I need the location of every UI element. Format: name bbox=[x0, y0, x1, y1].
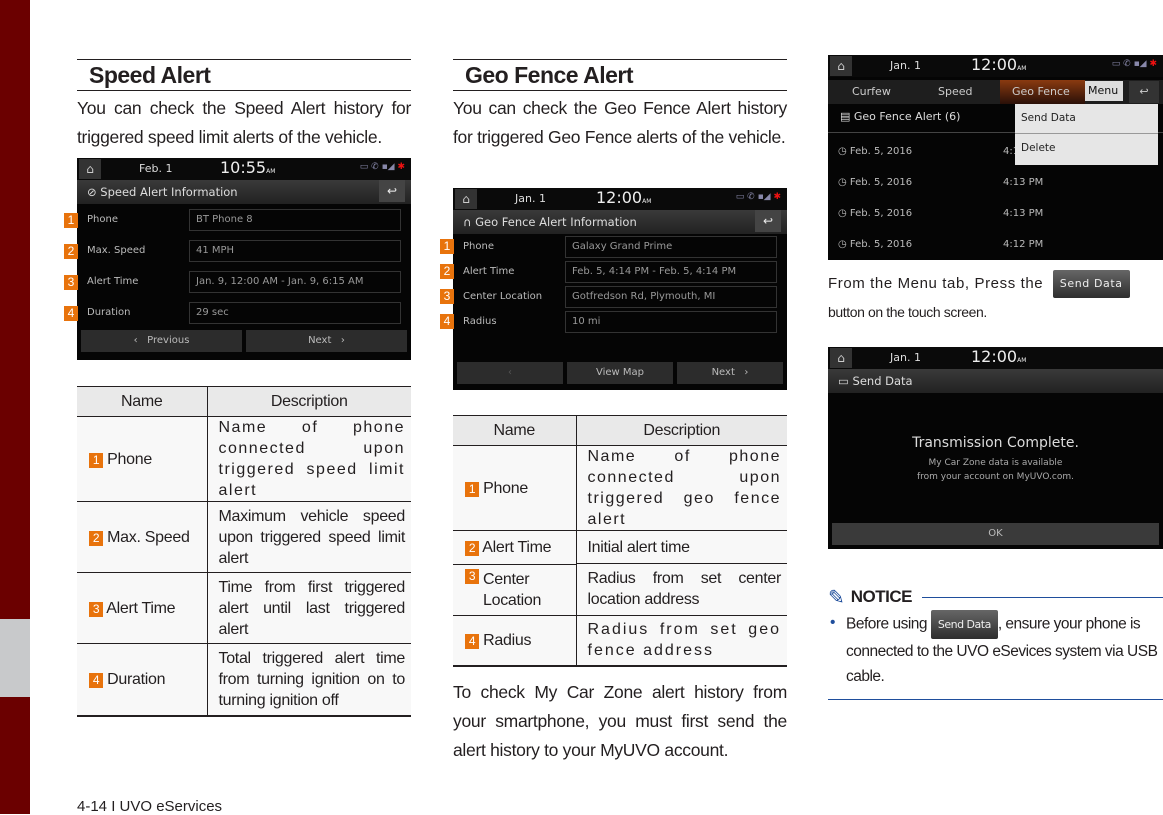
info-row: Duration 29 sec bbox=[77, 302, 411, 324]
alert-list-screen: ⌂ Jan. 1 12:00AM ▭ ✆ ▪◢ ✱ Curfew Speed Geo … bbox=[828, 55, 1163, 260]
info-row: Alert Time Jan. 9, 12:00 AM - Jan. 9, 6:1… bbox=[77, 271, 411, 293]
tab-bar: Curfew Speed Geo Fence Menu ↩ bbox=[828, 80, 1163, 104]
notice-box: ✎ NOTICE • Before using Send Data, ensur… bbox=[828, 586, 1163, 700]
next-button: Next › bbox=[677, 362, 783, 384]
table-row: 3 Center Location Radius from set center l… bbox=[453, 563, 787, 615]
message-title: Transmission Complete. bbox=[912, 435, 1079, 451]
bullet-icon: • bbox=[830, 614, 835, 631]
home-icon: ⌂ bbox=[455, 189, 477, 209]
info-row: Phone Galaxy Grand Prime bbox=[453, 236, 787, 258]
status-bar: ⌂ Jan. 1 12:00AM ▭ ✆ ▪◢ ✱ bbox=[828, 55, 1163, 77]
status-bar: ⌂ Jan. 1 12:00AM bbox=[828, 347, 1163, 369]
info-row: Max. Speed 41 MPH bbox=[77, 240, 411, 262]
status-bar: ⌂ Feb. 1 10:55AM ▭ ✆ ▪◢ ✱ bbox=[77, 158, 411, 180]
screen-header: ∩ Geo Fence Alert Information bbox=[453, 210, 787, 234]
speed-alert-table: Name Description 1 Phone Name of phone con… bbox=[77, 386, 411, 717]
status-icons: ▭ ✆ ▪◢ ✱ bbox=[735, 192, 781, 202]
instruction-text: From the Menu tab, Press the Send Data bbox=[828, 270, 1163, 298]
tab-geo-fence: Geo Fence bbox=[1000, 80, 1085, 104]
pencil-icon: ✎ bbox=[828, 586, 845, 609]
view-map-button: View Map bbox=[567, 362, 673, 384]
column-header: Description bbox=[575, 415, 787, 446]
status-icons: ▭ ✆ ▪◢ ✱ bbox=[1111, 59, 1157, 69]
info-row: Center Location Gotfredson Rd, Plymouth, … bbox=[453, 286, 787, 308]
screen-header: ▭ Send Data bbox=[828, 369, 1163, 393]
date: Feb. 1 bbox=[139, 162, 173, 175]
section-title: Speed Alert bbox=[77, 59, 411, 91]
message-line: My Car Zone data is available bbox=[928, 458, 1063, 468]
callouts: 1 2 3 4 bbox=[64, 213, 78, 321]
table-row: 2 Alert Time Initial alert time bbox=[453, 530, 787, 564]
tab-speed: Speed bbox=[938, 85, 973, 98]
menu-item-send-data: Send Data bbox=[1015, 104, 1158, 134]
menu-button: Menu bbox=[1085, 81, 1123, 101]
callout-1: 1 bbox=[64, 213, 78, 228]
tab-curfew: Curfew bbox=[852, 85, 891, 98]
next-button: Next › bbox=[246, 330, 407, 352]
ok-button: OK bbox=[832, 523, 1159, 545]
geo-fence-section: Geo Fence Alert You can check the Geo Fe… bbox=[453, 59, 787, 152]
home-icon: ⌂ bbox=[79, 159, 101, 179]
callout-3: 3 bbox=[440, 289, 454, 304]
table-row: 3 Alert Time Time from first triggered al… bbox=[77, 572, 411, 644]
send-data-button-inline: Send Data bbox=[930, 610, 998, 639]
list-item: ◷ Feb. 5, 2016 4:13 PM bbox=[838, 177, 1044, 188]
previous-button: ‹ Previous bbox=[81, 330, 242, 352]
callout-1: 1 bbox=[440, 239, 454, 254]
clock: 10:55AM bbox=[220, 158, 276, 177]
callouts: 1 2 3 4 bbox=[440, 239, 454, 329]
menu-dropdown: Send Data Delete bbox=[1015, 104, 1158, 165]
back-icon: ↩ bbox=[755, 210, 781, 232]
column-header: Name bbox=[77, 386, 207, 417]
menu-item-delete: Delete bbox=[1021, 142, 1056, 154]
page-footer: 4-14 I UVO eServices bbox=[77, 798, 223, 815]
send-data-screen: ⌂ Jan. 1 12:00AM ▭ Send Data Transmission … bbox=[828, 347, 1163, 549]
chapter-tab-bar bbox=[0, 0, 30, 814]
intro-text: You can check the Speed Alert history fo… bbox=[77, 98, 411, 147]
outro-text: To check My Car Zone alert history from … bbox=[453, 682, 787, 760]
callout-4: 4 bbox=[440, 314, 454, 329]
geo-fence-screen: ⌂ Jan. 1 12:00AM ▭ ✆ ▪◢ ✱ ∩ Geo Fence Alert… bbox=[453, 188, 787, 390]
screen-header: ⊘ Speed Alert Information bbox=[77, 180, 411, 204]
list-item: ◷ Feb. 5, 2016 4:13 PM bbox=[838, 208, 1044, 219]
back-icon: ↩ bbox=[1129, 81, 1159, 103]
back-icon: ↩ bbox=[379, 180, 405, 202]
message-line: from your account on MyUVO.com. bbox=[916, 472, 1075, 482]
callout-4: 4 bbox=[64, 306, 78, 321]
callout-2: 2 bbox=[440, 264, 454, 279]
table-row: 1 Phone Name of phone connected upon trig… bbox=[453, 445, 787, 531]
speed-alert-section: Speed Alert You can check the Speed Aler… bbox=[77, 59, 411, 152]
previous-button: ‹ bbox=[457, 362, 563, 384]
chapter-tab-active bbox=[0, 619, 30, 697]
info-row: Radius 10 mi bbox=[453, 311, 787, 333]
status-bar: ⌂ Jan. 1 12:00AM ▭ ✆ ▪◢ ✱ bbox=[453, 188, 787, 210]
home-icon: ⌂ bbox=[830, 56, 852, 76]
list-item: ◷ Feb. 5, 2016 4:12 PM bbox=[838, 239, 1044, 250]
table-row: 2 Max. Speed Maximum vehicle speed upon t… bbox=[77, 501, 411, 573]
callout-3: 3 bbox=[64, 275, 78, 290]
send-data-button-inline: Send Data bbox=[1052, 270, 1130, 298]
intro-text: You can check the Geo Fence Alert histor… bbox=[453, 98, 787, 147]
geo-fence-table: Name Description 1 Phone Name of phone con… bbox=[453, 415, 787, 667]
section-title: Geo Fence Alert bbox=[453, 59, 787, 91]
table-row: 4 Duration Total triggered alert time fro… bbox=[77, 643, 411, 717]
info-row: Phone BT Phone 8 bbox=[77, 209, 411, 231]
speed-alert-screen: ⌂ Feb. 1 10:55AM ▭ ✆ ▪◢ ✱ ⊘ Speed Alert Inf… bbox=[77, 158, 411, 360]
column-header: Name bbox=[453, 415, 576, 446]
callout-2: 2 bbox=[64, 244, 78, 259]
instruction-text-cont: button on the touch screen. bbox=[828, 304, 987, 320]
notice-bullet: • Before using Send Data, ensure your ph… bbox=[828, 610, 1163, 689]
home-icon: ⌂ bbox=[830, 348, 852, 368]
table-row: 4 Radius Radius from set geo fence addres… bbox=[453, 614, 787, 667]
list-title: ▤ Geo Fence Alert (6) bbox=[840, 110, 961, 123]
notice-title: NOTICE bbox=[850, 587, 913, 606]
column-header: Description bbox=[206, 386, 411, 417]
table-row: 1 Phone Name of phone connected upon trig… bbox=[77, 416, 411, 502]
status-icons: ▭ ✆ ▪◢ ✱ bbox=[359, 162, 405, 172]
info-row: Alert Time Feb. 5, 4:14 PM - Feb. 5, 4:14… bbox=[453, 261, 787, 283]
